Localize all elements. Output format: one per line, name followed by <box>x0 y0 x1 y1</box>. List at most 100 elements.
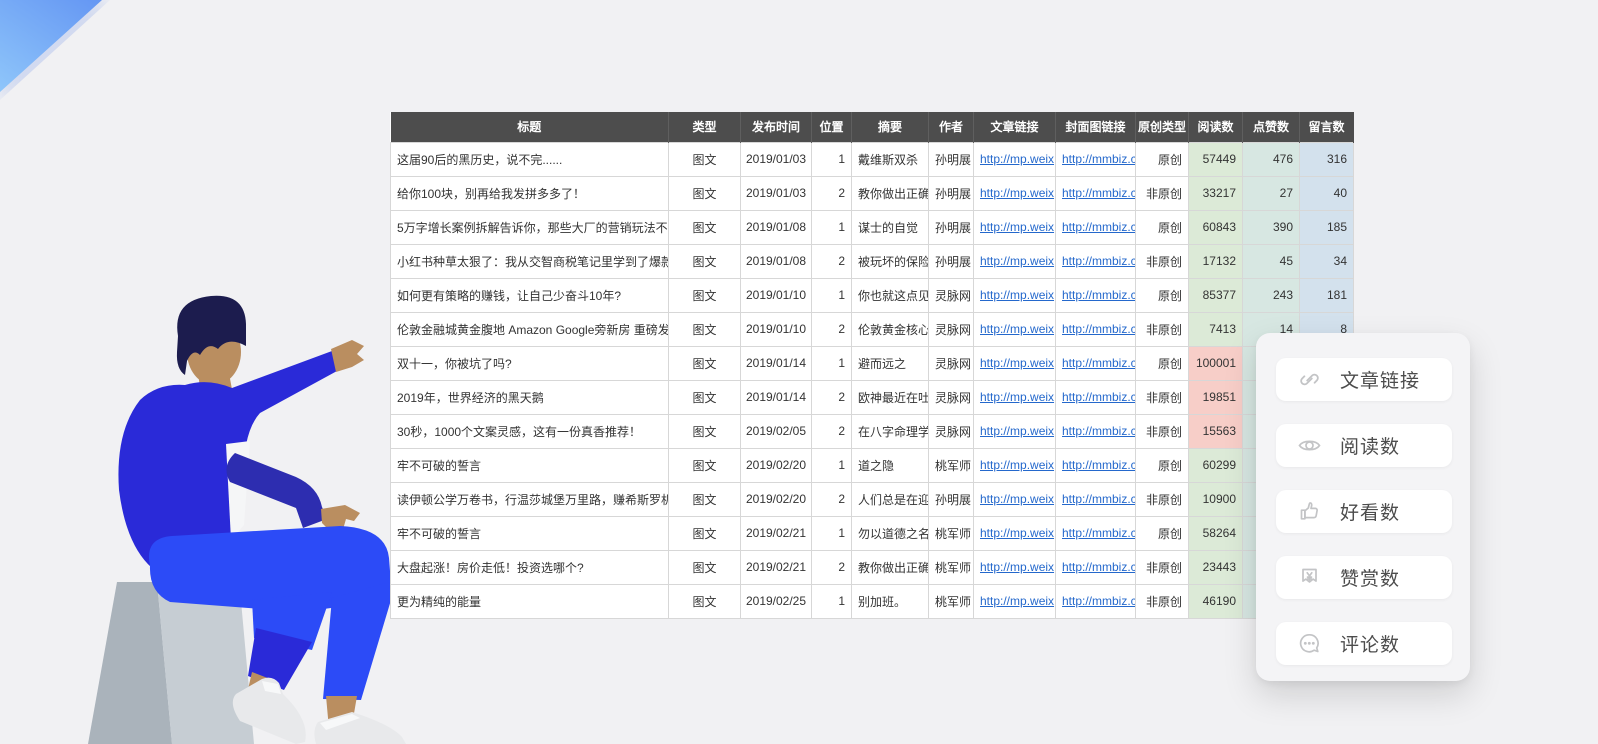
cell-cover: http://mmbiz.c <box>1056 414 1136 448</box>
article-link[interactable]: http://mp.weix <box>980 152 1054 166</box>
cell-date: 2019/02/20 <box>741 448 812 482</box>
cell-title: 这届90后的黑历史，说不完...... <box>391 142 669 176</box>
column-header-cover: 封面图链接 <box>1056 112 1136 142</box>
cover-link[interactable]: http://mmbiz.c <box>1062 458 1136 472</box>
cell-reads: 57449 <box>1189 142 1243 176</box>
article-link[interactable]: http://mp.weix <box>980 560 1054 574</box>
panel-item-link[interactable]: 文章链接 <box>1276 358 1452 401</box>
column-header-reads: 阅读数 <box>1189 112 1243 142</box>
eye-icon <box>1296 432 1323 459</box>
cell-author: 孙明展 <box>929 482 974 516</box>
cell-author: 桃军师 <box>929 448 974 482</box>
table-row: 读伊顿公学万卷书，行温莎城堡万里路，赚希斯罗机场图文2019/02/202人们总… <box>391 482 1354 516</box>
cell-reads: 7413 <box>1189 312 1243 346</box>
cell-author: 桃军师 <box>929 516 974 550</box>
cover-link[interactable]: http://mmbiz.c <box>1062 288 1136 302</box>
cell-pos: 2 <box>812 550 852 584</box>
cell-link: http://mp.weix <box>974 380 1056 414</box>
cell-orig: 原创 <box>1136 142 1189 176</box>
cell-cover: http://mmbiz.c <box>1056 482 1136 516</box>
page: { "page": { "background": "#f1f1f3" }, "… <box>0 0 1598 744</box>
cell-link: http://mp.weix <box>974 312 1056 346</box>
cell-date: 2019/02/20 <box>741 482 812 516</box>
cell-summary: 伦敦黄金核心 <box>852 312 929 346</box>
panel-item-label: 阅读数 <box>1340 432 1400 459</box>
cell-link: http://mp.weix <box>974 210 1056 244</box>
cell-link: http://mp.weix <box>974 278 1056 312</box>
article-link[interactable]: http://mp.weix <box>980 424 1054 438</box>
cell-reads: 85377 <box>1189 278 1243 312</box>
article-link[interactable]: http://mp.weix <box>980 492 1054 506</box>
article-link[interactable]: http://mp.weix <box>980 458 1054 472</box>
cover-link[interactable]: http://mmbiz.c <box>1062 492 1136 506</box>
cell-comments: 40 <box>1300 176 1354 210</box>
cell-type: 图文 <box>669 142 741 176</box>
cell-cover: http://mmbiz.c <box>1056 346 1136 380</box>
cell-summary: 戴维斯双杀 <box>852 142 929 176</box>
cover-link[interactable]: http://mmbiz.c <box>1062 424 1136 438</box>
article-link[interactable]: http://mp.weix <box>980 526 1054 540</box>
cell-summary: 你也就这点见 <box>852 278 929 312</box>
cover-link[interactable]: http://mmbiz.c <box>1062 390 1136 404</box>
cell-author: 桃军师 <box>929 550 974 584</box>
cell-title: 30秒，1000个文案灵感，这有一份真香推荐！ <box>391 414 669 448</box>
article-link[interactable]: http://mp.weix <box>980 356 1054 370</box>
cell-link: http://mp.weix <box>974 516 1056 550</box>
cell-reads: 15563 <box>1189 414 1243 448</box>
cover-link[interactable]: http://mmbiz.c <box>1062 186 1136 200</box>
cell-summary: 被玩坏的保险 <box>852 244 929 278</box>
cover-link[interactable]: http://mmbiz.c <box>1062 152 1136 166</box>
cell-comments: 185 <box>1300 210 1354 244</box>
cover-link[interactable]: http://mmbiz.c <box>1062 254 1136 268</box>
cell-link: http://mp.weix <box>974 142 1056 176</box>
cell-title: 牢不可破的誓言 <box>391 448 669 482</box>
cell-cover: http://mmbiz.c <box>1056 142 1136 176</box>
cell-summary: 在八字命理学 <box>852 414 929 448</box>
cell-title: 大盘起涨！房价走低！投资选哪个? <box>391 550 669 584</box>
cover-link[interactable]: http://mmbiz.c <box>1062 322 1136 336</box>
reward-icon <box>1296 564 1323 591</box>
cell-pos: 2 <box>812 244 852 278</box>
cell-author: 孙明展 <box>929 142 974 176</box>
cell-summary: 教你做出正确 <box>852 176 929 210</box>
cover-link[interactable]: http://mmbiz.c <box>1062 594 1136 608</box>
article-link[interactable]: http://mp.weix <box>980 288 1054 302</box>
cell-date: 2019/01/10 <box>741 312 812 346</box>
cover-link[interactable]: http://mmbiz.c <box>1062 356 1136 370</box>
panel-item-label: 评论数 <box>1340 630 1400 657</box>
cell-orig: 非原创 <box>1136 176 1189 210</box>
cell-pos: 1 <box>812 516 852 550</box>
cell-cover: http://mmbiz.c <box>1056 550 1136 584</box>
panel-item-reward[interactable]: 赞赏数 <box>1276 556 1452 599</box>
cell-link: http://mp.weix <box>974 584 1056 618</box>
article-link[interactable]: http://mp.weix <box>980 186 1054 200</box>
cover-link[interactable]: http://mmbiz.c <box>1062 560 1136 574</box>
cell-orig: 原创 <box>1136 278 1189 312</box>
cover-link[interactable]: http://mmbiz.c <box>1062 526 1136 540</box>
cell-type: 图文 <box>669 414 741 448</box>
cell-link: http://mp.weix <box>974 482 1056 516</box>
cell-orig: 原创 <box>1136 448 1189 482</box>
cell-summary: 人们总是在迎 <box>852 482 929 516</box>
article-link[interactable]: http://mp.weix <box>980 254 1054 268</box>
cell-likes: 27 <box>1243 176 1300 210</box>
panel-item-comment[interactable]: 评论数 <box>1276 622 1452 665</box>
article-link[interactable]: http://mp.weix <box>980 220 1054 234</box>
column-header-date: 发布时间 <box>741 112 812 142</box>
table-row: 牢不可破的誓言图文2019/02/201道之隐桃军师http://mp.weix… <box>391 448 1354 482</box>
cell-author: 孙明展 <box>929 210 974 244</box>
cell-type: 图文 <box>669 176 741 210</box>
table-row: 伦敦金融城黄金腹地 Amazon Google旁新房 重磅发售图文2019/01… <box>391 312 1354 346</box>
cover-link[interactable]: http://mmbiz.c <box>1062 220 1136 234</box>
cell-type: 图文 <box>669 346 741 380</box>
cell-orig: 非原创 <box>1136 550 1189 584</box>
panel-item-thumbs-up[interactable]: 好看数 <box>1276 490 1452 533</box>
article-link[interactable]: http://mp.weix <box>980 322 1054 336</box>
table-header-row: 标题类型发布时间位置摘要作者文章链接封面图链接原创类型阅读数点赞数留言数 <box>391 112 1354 142</box>
cell-comments: 316 <box>1300 142 1354 176</box>
article-link[interactable]: http://mp.weix <box>980 390 1054 404</box>
cell-date: 2019/02/05 <box>741 414 812 448</box>
article-link[interactable]: http://mp.weix <box>980 594 1054 608</box>
cell-author: 灵脉网 <box>929 414 974 448</box>
panel-item-eye[interactable]: 阅读数 <box>1276 424 1452 467</box>
